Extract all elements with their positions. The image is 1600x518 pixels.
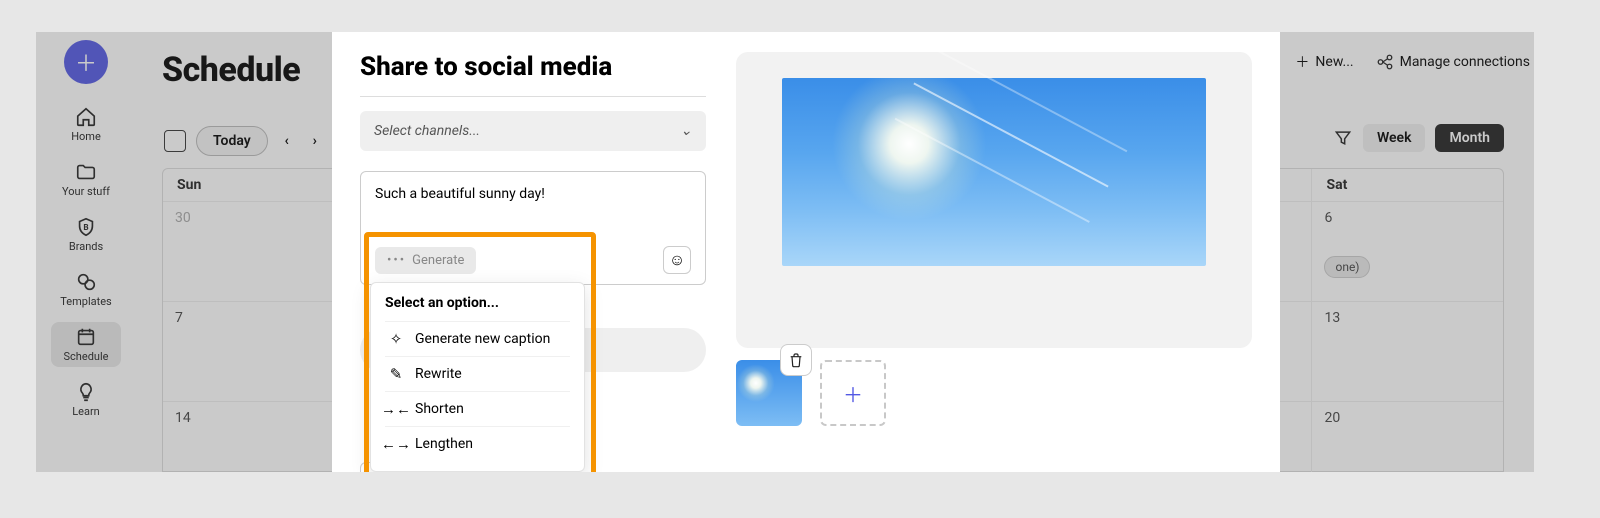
sidebar-item-templates[interactable]: Templates: [51, 267, 121, 312]
create-new-button[interactable]: ＋: [64, 40, 108, 84]
post-preview-panel: [736, 52, 1252, 348]
page-title: Schedule: [162, 50, 300, 90]
emoji-icon: ☺: [669, 250, 685, 270]
share-social-modal: Share to social media Select channels...…: [332, 32, 1280, 472]
sparkle-refresh-icon: ✧: [387, 330, 405, 348]
new-post-button[interactable]: ＋ New...: [1295, 52, 1353, 72]
delete-media-button[interactable]: [780, 344, 812, 376]
select-channels-dropdown[interactable]: Select channels... ⌄: [360, 111, 706, 151]
save-as-draft-button[interactable]: Save as draft: [603, 471, 706, 472]
sidebar-item-label: Brands: [69, 240, 103, 253]
calendar-icon: [75, 326, 97, 348]
trash-icon: [788, 352, 804, 368]
week-view-button[interactable]: Week: [1363, 124, 1426, 152]
sidebar-item-learn[interactable]: Learn: [51, 377, 121, 422]
calendar-cell[interactable]: 14: [163, 402, 355, 472]
arrows-in-icon: →←: [387, 400, 405, 418]
plus-icon: ＋: [843, 379, 863, 408]
caption-text-content: Such a beautiful sunny day!: [375, 186, 691, 202]
calendar-icon[interactable]: [164, 130, 186, 152]
calendar-cell[interactable]: 7: [163, 302, 355, 401]
folder-icon: [75, 161, 97, 183]
calendar-cell[interactable]: 13: [1312, 302, 1503, 401]
manage-connections-label: Manage connections: [1400, 54, 1530, 70]
plus-icon: ＋: [75, 46, 97, 78]
calendar-cell[interactable]: 30: [163, 202, 355, 301]
emoji-picker-button[interactable]: ☺: [663, 246, 691, 274]
option-shorten[interactable]: →← Shorten: [385, 391, 570, 426]
generate-options-dropdown: Select an option... ✧ Generate new capti…: [370, 282, 585, 472]
sidebar-item-label: Home: [71, 130, 101, 143]
sidebar-item-label: Templates: [60, 295, 111, 308]
generate-button-label: Generate: [412, 253, 464, 268]
sidebar-item-schedule[interactable]: Schedule: [51, 322, 121, 367]
shield-icon: B: [75, 216, 97, 238]
wand-icon: ✎: [387, 365, 405, 383]
option-rewrite[interactable]: ✎ Rewrite: [385, 356, 570, 391]
sidebar-item-home[interactable]: Home: [51, 102, 121, 147]
view-switcher: Week Month: [1333, 124, 1504, 152]
header-actions: ＋ New... Manage connections: [1295, 52, 1534, 72]
add-media-button[interactable]: ＋: [820, 360, 886, 426]
calendar-cell[interactable]: 20: [1312, 402, 1503, 472]
plus-icon: ＋: [1295, 52, 1309, 72]
month-view-button[interactable]: Month: [1435, 124, 1504, 152]
filter-icon[interactable]: [1333, 128, 1353, 148]
event-pill[interactable]: one): [1324, 256, 1370, 278]
next-arrow-button[interactable]: ›: [306, 133, 324, 149]
sidebar-item-label: Learn: [72, 405, 100, 418]
today-button[interactable]: Today: [196, 126, 268, 156]
calendar-cell[interactable]: 6 one): [1312, 202, 1503, 301]
sidebar-item-label: Schedule: [64, 350, 109, 363]
connections-icon: [1376, 53, 1394, 71]
option-generate-new-caption[interactable]: ✧ Generate new caption: [385, 321, 570, 356]
sidebar-item-brands[interactable]: B Brands: [51, 212, 121, 257]
divider: [360, 96, 706, 97]
svg-text:B: B: [83, 223, 88, 233]
ellipsis-icon: •••: [387, 253, 406, 268]
prev-arrow-button[interactable]: ‹: [278, 133, 296, 149]
manage-connections-button[interactable]: Manage connections: [1376, 53, 1530, 71]
arrows-out-icon: ←→: [387, 435, 405, 453]
home-icon: [75, 106, 97, 128]
chevron-down-icon: ⌄: [680, 123, 692, 139]
sidebar-item-label: Your stuff: [62, 185, 110, 198]
media-thumbnails-row: ＋: [736, 360, 1252, 426]
info-icon: [690, 471, 706, 472]
sidebar-item-your-stuff[interactable]: Your stuff: [51, 157, 121, 202]
left-sidebar: ＋ Home Your stuff B Brands Templates Sch…: [36, 32, 136, 472]
modal-title: Share to social media: [360, 52, 706, 82]
new-post-label: New...: [1315, 54, 1353, 70]
caption-textarea[interactable]: Such a beautiful sunny day! ••• Generate…: [360, 171, 706, 285]
day-header-sun: Sun: [163, 169, 355, 201]
option-lengthen[interactable]: ←→ Lengthen: [385, 426, 570, 461]
generate-button[interactable]: ••• Generate: [375, 247, 476, 274]
dropdown-title: Select an option...: [385, 295, 570, 311]
select-channels-placeholder: Select channels...: [374, 123, 480, 139]
lightbulb-icon: [75, 381, 97, 403]
templates-icon: [75, 271, 97, 293]
preview-image: [782, 78, 1206, 266]
day-header-sat: Sat: [1312, 169, 1503, 201]
